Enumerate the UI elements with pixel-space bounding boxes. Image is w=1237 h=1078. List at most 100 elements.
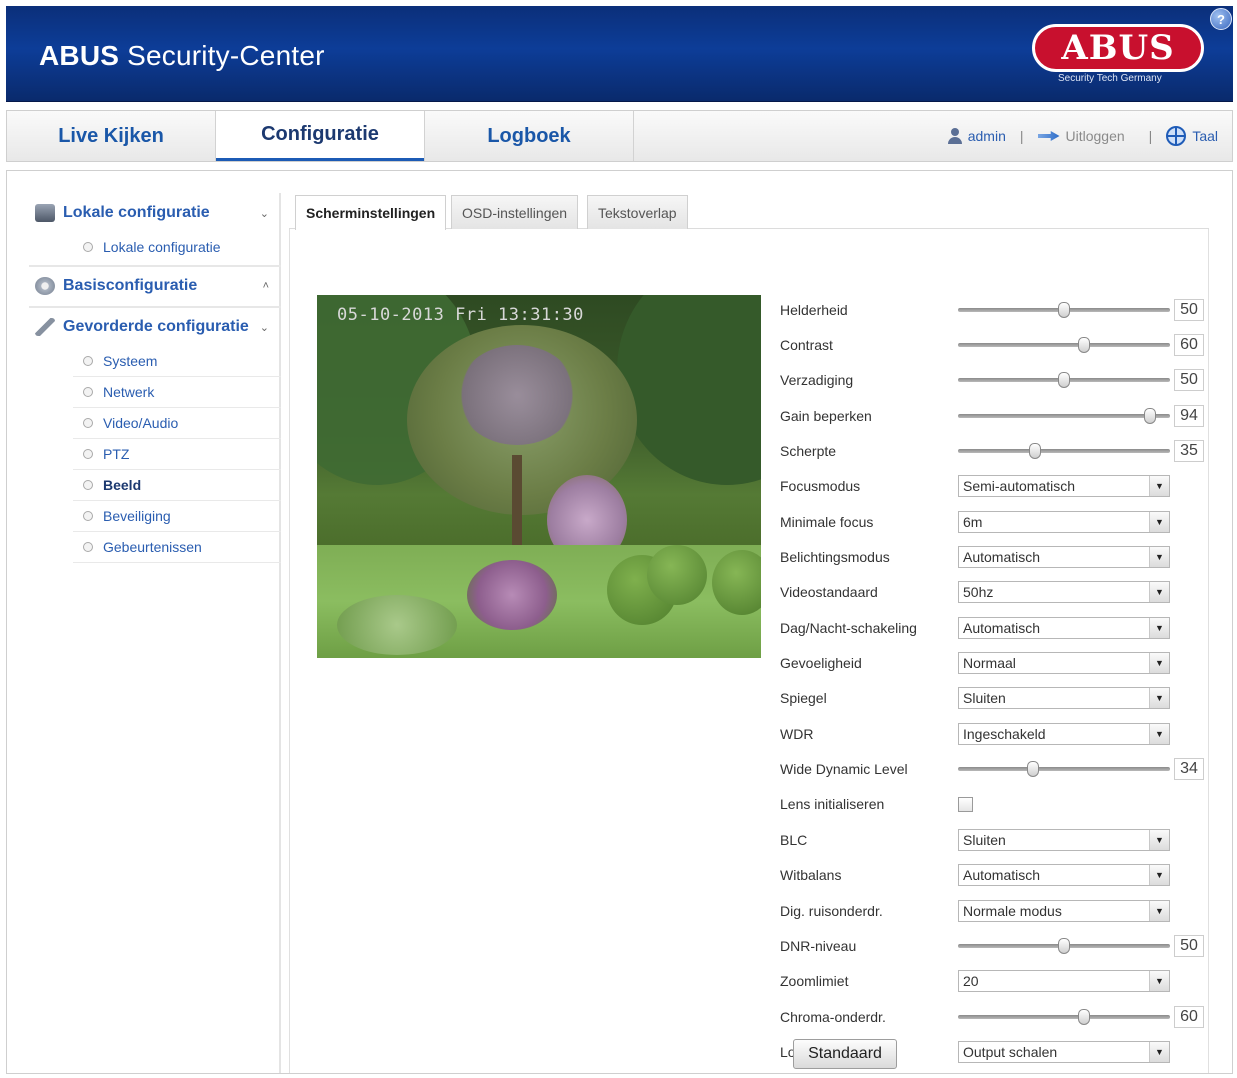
chevron-down-icon[interactable]: ▼ bbox=[1149, 582, 1169, 603]
bullet-icon bbox=[83, 418, 93, 428]
chevron-down-icon[interactable]: ▼ bbox=[1149, 653, 1169, 673]
language-link[interactable]: Taal bbox=[1192, 128, 1218, 144]
sidebar-item-label: Lokale configuratie bbox=[103, 238, 221, 255]
chevron-down-icon[interactable]: ▼ bbox=[1149, 511, 1169, 532]
sidebar-item-video-audio[interactable]: Video/Audio bbox=[73, 408, 281, 439]
chevron-down-icon[interactable]: ▼ bbox=[1149, 476, 1169, 497]
bullet-icon bbox=[83, 356, 93, 366]
dnr-niveau-value[interactable]: 50 bbox=[1174, 934, 1204, 957]
sidebar-item-ptz[interactable]: PTZ bbox=[73, 439, 281, 470]
slider-handle[interactable] bbox=[1058, 372, 1070, 389]
logout-link[interactable]: Uitloggen bbox=[1066, 128, 1125, 144]
sidebar-section-advanced[interactable]: Gevorderde configuratie ⌄ bbox=[29, 306, 281, 346]
help-icon[interactable]: ? bbox=[1210, 8, 1232, 30]
slider-track[interactable] bbox=[958, 1014, 1170, 1019]
wide-dynamic-level-value[interactable]: 34 bbox=[1174, 758, 1204, 780]
settings-tabs: Scherminstellingen OSD-instellingen Teks… bbox=[289, 193, 1209, 230]
select-value: 6m bbox=[963, 513, 983, 530]
focusmodus-select[interactable]: Semi-automatisch ▼ bbox=[958, 475, 1170, 498]
scherpte-value[interactable]: 35 bbox=[1174, 439, 1204, 462]
chevron-down-icon[interactable]: ▼ bbox=[1149, 688, 1169, 709]
setting-row-wdr: WDR Ingeschakeld ▼ bbox=[780, 716, 1210, 751]
spiegel-select[interactable]: Sluiten ▼ bbox=[958, 687, 1170, 710]
user-link[interactable]: admin bbox=[968, 128, 1006, 144]
slider-track[interactable] bbox=[958, 413, 1170, 418]
setting-row-contrast: Contrast 60 bbox=[780, 327, 1210, 362]
setting-row-chroma-onderdr: Chroma-onderdr. 60 bbox=[780, 999, 1210, 1034]
sidebar-item-lokale-configuratie[interactable]: Lokale configuratie bbox=[73, 231, 281, 262]
minimale-focus-select[interactable]: 6m ▼ bbox=[958, 510, 1170, 533]
sidebar-item-netwerk[interactable]: Netwerk bbox=[73, 377, 281, 408]
belichtingsmodus-select[interactable]: Automatisch ▼ bbox=[958, 546, 1170, 568]
wdr-select[interactable]: Ingeschakeld ▼ bbox=[958, 722, 1170, 745]
lokale-output-select[interactable]: Output schalen ▼ bbox=[958, 1040, 1170, 1063]
contrast-value[interactable]: 60 bbox=[1174, 333, 1204, 356]
slider-track[interactable] bbox=[958, 342, 1170, 347]
gevoeligheid-select[interactable]: Normaal ▼ bbox=[958, 652, 1170, 674]
slider-handle[interactable] bbox=[1058, 937, 1070, 954]
tab-live-kijken[interactable]: Live Kijken bbox=[7, 111, 215, 161]
gain-beperken-value[interactable]: 94 bbox=[1174, 404, 1204, 427]
bullet-icon bbox=[83, 542, 93, 552]
sidebar-item-gebeurtenissen[interactable]: Gebeurtenissen bbox=[73, 532, 281, 563]
contrast-slider[interactable] bbox=[958, 336, 1170, 353]
tab-logboek[interactable]: Logboek bbox=[425, 111, 633, 161]
chevron-down-icon[interactable]: ▼ bbox=[1149, 900, 1169, 921]
scherpte-slider[interactable] bbox=[958, 442, 1170, 459]
default-button[interactable]: Standaard bbox=[793, 1039, 897, 1069]
setting-row-belichtingsmodus: Belichtingsmodus Automatisch ▼ bbox=[780, 540, 1210, 575]
chevron-down-icon[interactable]: ▼ bbox=[1149, 865, 1169, 886]
chevron-down-icon: ⌄ bbox=[259, 321, 269, 334]
dig-ruisonderdr-select[interactable]: Normale modus ▼ bbox=[958, 899, 1170, 922]
helderheid-value[interactable]: 50 bbox=[1174, 298, 1204, 321]
setting-label: Scherpte bbox=[780, 442, 837, 459]
chevron-down-icon[interactable]: ▼ bbox=[1149, 723, 1169, 744]
tab-osd-instellingen[interactable]: OSD-instellingen bbox=[451, 195, 579, 229]
sidebar-section-local[interactable]: Lokale configuratie ⌄ bbox=[29, 193, 281, 233]
slider-handle[interactable] bbox=[1077, 336, 1090, 353]
slider-handle[interactable] bbox=[1144, 407, 1157, 424]
slider-handle[interactable] bbox=[1077, 1008, 1090, 1025]
helderheid-slider[interactable] bbox=[958, 301, 1170, 318]
setting-row-spiegel: Spiegel Sluiten ▼ bbox=[780, 681, 1210, 716]
zoomlimiet-select[interactable]: 20 ▼ bbox=[958, 970, 1170, 993]
chevron-down-icon[interactable]: ▼ bbox=[1149, 1041, 1169, 1062]
settings-panel: 05-10-2013 Fri 13:31:30 Helderheid 50 Cont… bbox=[289, 229, 1209, 1073]
slider-handle[interactable] bbox=[1026, 761, 1039, 777]
lens-initialiseren-checkbox[interactable] bbox=[958, 796, 973, 812]
verzadiging-slider[interactable] bbox=[958, 372, 1170, 389]
slider-handle[interactable] bbox=[1058, 301, 1070, 318]
verzadiging-value[interactable]: 50 bbox=[1174, 369, 1204, 392]
slider-track[interactable] bbox=[958, 767, 1170, 771]
setting-label: Witbalans bbox=[780, 867, 842, 884]
setting-label: Chroma-onderdr. bbox=[780, 1008, 886, 1025]
setting-row-gain-beperken: Gain beperken 94 bbox=[780, 398, 1210, 433]
sidebar-item-systeem[interactable]: Systeem bbox=[73, 346, 281, 377]
witbalans-select[interactable]: Automatisch ▼ bbox=[958, 864, 1170, 887]
videostandaard-select[interactable]: 50hz ▼ bbox=[958, 581, 1170, 604]
tab-configuratie[interactable]: Configuratie bbox=[216, 111, 424, 161]
tab-tekstoverlap[interactable]: Tekstoverlap bbox=[587, 195, 688, 229]
tab-scherminstellingen[interactable]: Scherminstellingen bbox=[295, 195, 447, 230]
chevron-down-icon[interactable]: ▼ bbox=[1149, 829, 1169, 850]
slider-track[interactable] bbox=[958, 448, 1170, 453]
globe-icon bbox=[1166, 126, 1187, 146]
separator: | bbox=[1148, 128, 1153, 144]
chroma-onderdr-slider[interactable] bbox=[958, 1008, 1170, 1025]
chroma-onderdr-value[interactable]: 60 bbox=[1174, 1005, 1204, 1028]
slider-handle[interactable] bbox=[1028, 442, 1041, 459]
gain-beperken-slider[interactable] bbox=[958, 407, 1170, 424]
sidebar-item-beeld[interactable]: Beeld bbox=[73, 470, 281, 501]
blc-select[interactable]: Sluiten ▼ bbox=[958, 828, 1170, 851]
sidebar-item-label: Gebeurtenissen bbox=[103, 539, 202, 555]
chevron-down-icon[interactable]: ▼ bbox=[1149, 971, 1169, 992]
setting-label: Lens initialiseren bbox=[780, 796, 885, 813]
chevron-down-icon[interactable]: ▼ bbox=[1149, 617, 1169, 638]
dag-nacht-schakeling-select[interactable]: Automatisch ▼ bbox=[958, 616, 1170, 639]
sidebar-section-basic[interactable]: Basisconfiguratie ˄ bbox=[29, 265, 281, 305]
camera-icon bbox=[35, 204, 55, 222]
chevron-down-icon[interactable]: ▼ bbox=[1149, 547, 1169, 567]
wide-dynamic-level-slider[interactable] bbox=[958, 761, 1170, 777]
dnr-niveau-slider[interactable] bbox=[958, 937, 1170, 954]
sidebar-item-beveiliging[interactable]: Beveiliging bbox=[73, 501, 281, 532]
